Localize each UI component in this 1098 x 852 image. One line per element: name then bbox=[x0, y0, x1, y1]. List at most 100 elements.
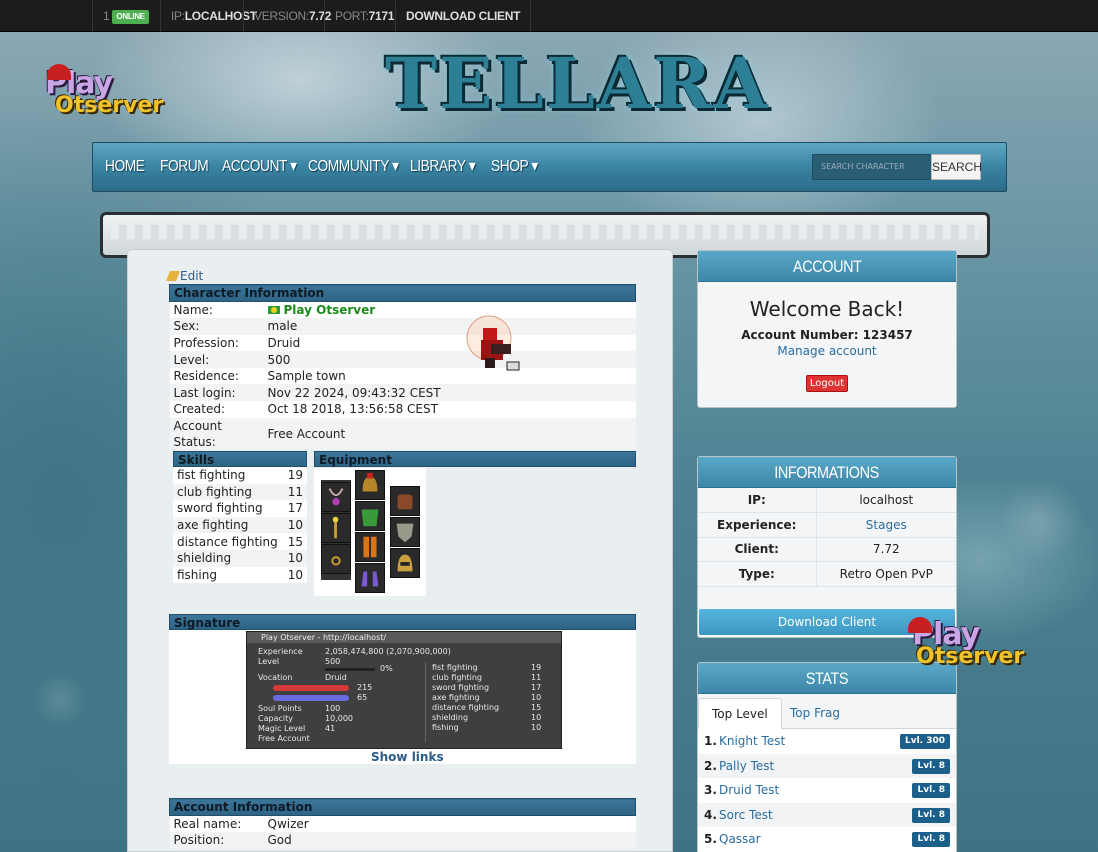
sig-skill-value: 17 bbox=[531, 683, 542, 692]
skill-value: 10 bbox=[283, 516, 307, 534]
online-count: 1 bbox=[103, 9, 110, 23]
search-character-input[interactable]: SEARCH CHARACTER bbox=[812, 154, 932, 180]
rank-number: 3. bbox=[704, 783, 717, 797]
download-client-link[interactable]: DOWNLOAD CLIENT bbox=[395, 0, 532, 32]
play-otserver-logo-floating[interactable]: Play Otserver bbox=[908, 617, 1025, 669]
rank-level-badge: Lvl. 8 bbox=[912, 758, 950, 774]
row-value: Free Account bbox=[263, 417, 636, 450]
info-value: 7.72 bbox=[816, 537, 956, 562]
logo-otserver-text: Otserver bbox=[55, 93, 164, 118]
rank-player-link[interactable]: Knight Test bbox=[719, 729, 785, 753]
nav-account[interactable]: ACCOUNT ▾ bbox=[222, 143, 297, 191]
nav-forum[interactable]: FORUM bbox=[160, 143, 209, 191]
equipment-header: Equipment bbox=[314, 451, 636, 467]
account-info-title: Account Information bbox=[174, 800, 313, 814]
sig-vocation-label: Vocation bbox=[258, 673, 293, 682]
info-value: localhost bbox=[816, 488, 956, 513]
sig-skill-value: 10 bbox=[531, 693, 542, 702]
row-value: God bbox=[263, 832, 636, 849]
logout-button[interactable]: Logout bbox=[806, 375, 848, 392]
logo-otserver-text: Otserver bbox=[916, 644, 1025, 669]
rank-row: 4. Sorc Test Lvl. 8 bbox=[698, 802, 956, 827]
sig-soul-value: 100 bbox=[325, 704, 341, 713]
signature-header: Signature bbox=[169, 614, 636, 630]
skill-name: fist fighting bbox=[173, 467, 284, 484]
site-title-logo[interactable]: TELLARA bbox=[385, 42, 768, 132]
row-label: Sex: bbox=[169, 318, 264, 335]
amulet-slot bbox=[321, 482, 351, 512]
experience-stages-link[interactable]: Stages bbox=[816, 512, 956, 538]
boots-icon bbox=[361, 571, 379, 587]
account-info-header: Account Information bbox=[169, 798, 636, 816]
rank-player-link[interactable]: Sorc Test bbox=[719, 803, 773, 827]
rank-number: 1. bbox=[704, 734, 717, 748]
skill-name: axe fighting bbox=[173, 516, 284, 534]
backpack-icon bbox=[397, 494, 413, 510]
character-info-header: Character Information bbox=[169, 284, 636, 302]
rank-player-link[interactable]: Pally Test bbox=[719, 754, 774, 778]
row-label: Residence: bbox=[169, 367, 264, 385]
sig-skill-value: 19 bbox=[531, 663, 542, 672]
rank-row: 3. Druid Test Lvl. 8 bbox=[698, 778, 956, 803]
sig-skill-name: club fighting bbox=[432, 673, 483, 682]
play-otserver-logo[interactable]: Play Otserver bbox=[45, 64, 164, 118]
character-name: Play Otserver bbox=[283, 303, 376, 318]
nav-community[interactable]: COMMUNITY ▾ bbox=[308, 143, 399, 191]
boots-slot bbox=[355, 563, 385, 593]
rank-row: 2. Pally Test Lvl. 8 bbox=[698, 753, 956, 778]
row-value: Nov 22 2024, 09:43:32 CEST bbox=[263, 384, 636, 402]
sig-vocation-value: Druid bbox=[325, 673, 347, 682]
skill-name: fishing bbox=[173, 566, 284, 584]
rank-player-link[interactable]: Druid Test bbox=[719, 778, 779, 802]
sig-soul-label: Soul Points bbox=[258, 704, 302, 713]
nav-shop[interactable]: SHOP ▾ bbox=[491, 143, 538, 191]
sig-skill-name: distance fighting bbox=[432, 703, 500, 712]
row-label: Position: bbox=[169, 832, 264, 849]
nav-home[interactable]: HOME bbox=[105, 143, 145, 191]
port-value: 7171 bbox=[368, 9, 395, 23]
signature-image[interactable]: Play Otserver - http://localhost/ Experi… bbox=[246, 631, 562, 749]
pencil-icon bbox=[166, 271, 180, 281]
sig-mana-bar bbox=[273, 695, 349, 701]
skill-value: 10 bbox=[283, 566, 307, 584]
informations-box-header: INFORMATIONS bbox=[698, 457, 956, 488]
sig-skill-name: fist fighting bbox=[432, 663, 478, 672]
sig-skill-value: 15 bbox=[531, 703, 542, 712]
tab-top-level[interactable]: Top Level bbox=[698, 698, 782, 729]
edit-link[interactable]: Edit bbox=[166, 269, 203, 283]
row-value: 500 bbox=[263, 351, 636, 368]
wand-icon bbox=[332, 516, 339, 539]
sig-experience-label: Experience bbox=[258, 647, 303, 656]
skills-header: Skills bbox=[173, 451, 307, 467]
sig-mana-value: 65 bbox=[357, 693, 368, 702]
info-value: Retro Open PvP bbox=[816, 561, 956, 587]
main-content-panel: Edit Character Information Name: Play Ots… bbox=[127, 249, 673, 852]
rank-level-badge: Lvl. 8 bbox=[912, 783, 950, 798]
info-label: Type: bbox=[698, 561, 817, 587]
skill-name: sword fighting bbox=[173, 500, 284, 517]
rank-player-link[interactable]: Qassar bbox=[719, 827, 761, 851]
sig-skill-value: 10 bbox=[531, 713, 542, 722]
row-label: Account Status: bbox=[169, 417, 264, 450]
manage-account-link[interactable]: Manage account bbox=[698, 344, 956, 358]
row-label: Real name: bbox=[169, 815, 264, 833]
rank-number: 4. bbox=[704, 807, 717, 822]
tab-top-frag[interactable]: Top Frag bbox=[777, 698, 853, 729]
stats-box-title: STATS bbox=[805, 669, 849, 688]
stats-tabs: Top Level Top Frag bbox=[698, 694, 956, 729]
info-label: Client: bbox=[698, 537, 817, 562]
sig-health-bar bbox=[273, 685, 349, 691]
sig-capacity-value: 10,000 bbox=[325, 714, 353, 723]
character-info-title: Character Information bbox=[174, 286, 325, 300]
sig-skill-value: 11 bbox=[531, 673, 542, 682]
row-label: Created: bbox=[169, 401, 264, 418]
nav-library[interactable]: LIBRARY ▾ bbox=[410, 143, 476, 191]
search-button[interactable]: SEARCH bbox=[931, 154, 982, 180]
skill-value: 11 bbox=[283, 483, 307, 501]
sig-experience-value: 2,058,474,800 (2,070,900,000) bbox=[325, 647, 451, 656]
skill-value: 10 bbox=[283, 549, 307, 567]
online-badge: ONLINE bbox=[112, 9, 149, 24]
sig-level-value: 500 bbox=[325, 657, 341, 666]
equipment-title: Equipment bbox=[319, 453, 392, 467]
show-links-link[interactable]: Show links bbox=[371, 750, 444, 764]
